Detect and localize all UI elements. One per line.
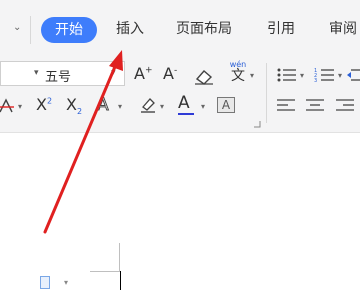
red-arrow-annotation: [43, 50, 123, 234]
